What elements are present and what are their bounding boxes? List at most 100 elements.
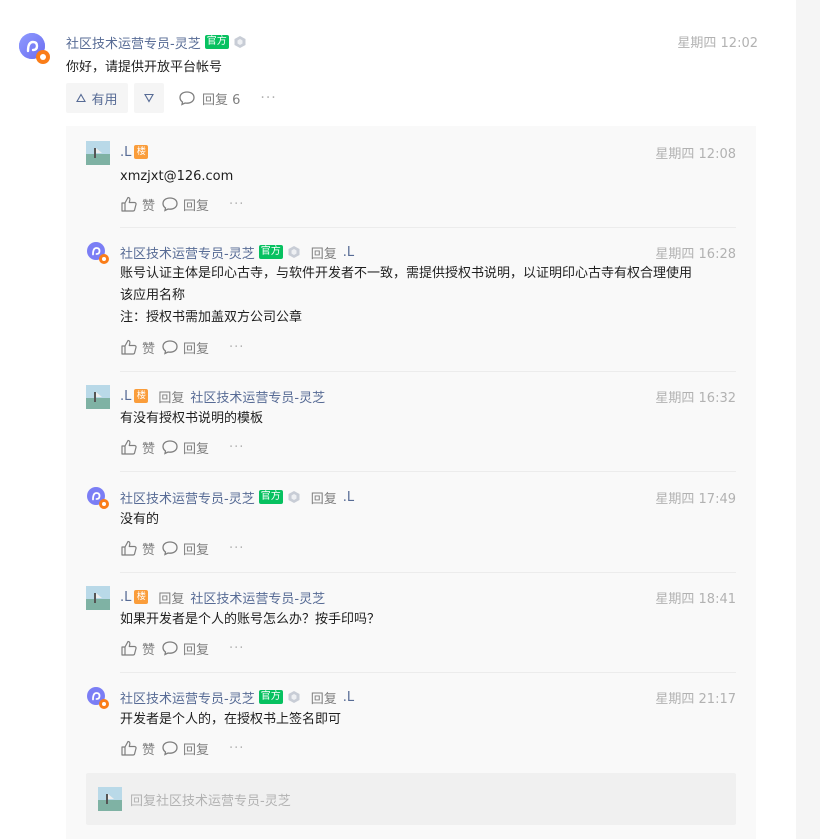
reply-target-name[interactable]: .L xyxy=(343,245,354,260)
reply-text: 账号认证主体是印心古寺，与软件开发者不一致，需提供授权书说明，以证明印心古寺有权… xyxy=(120,263,736,329)
official-avatar[interactable] xyxy=(86,241,110,265)
reply-word: 回复 xyxy=(310,491,337,507)
more-options-icon[interactable]: ··· xyxy=(229,197,244,212)
thumbs-up-icon xyxy=(121,196,137,212)
like-button[interactable]: 赞 xyxy=(120,438,155,457)
reply-count-label: 回复 6 xyxy=(202,92,241,108)
useful-label: 有用 xyxy=(91,92,118,108)
reply-text: 如果开发者是个人的账号怎么办？按手印吗？ xyxy=(120,609,736,631)
reply-button[interactable]: 回复 xyxy=(161,539,209,558)
comment-bubble-icon xyxy=(162,340,178,355)
reply-meta: .L 楼 回复 社区技术运营专员-灵芝 xyxy=(120,587,325,607)
triangle-down-icon xyxy=(144,93,154,103)
reply-item: .L 楼 回复 社区技术运营专员-灵芝 星期四 18:41 如果开发者是个人的账… xyxy=(86,586,736,676)
more-options-icon[interactable]: ··· xyxy=(229,541,244,556)
reply-word: 回复 xyxy=(158,591,185,607)
author-name[interactable]: 社区技术运营专员-灵芝 xyxy=(120,243,255,262)
official-badge: 官方 xyxy=(258,690,283,704)
divider xyxy=(120,471,736,472)
reply-text: 没有的 xyxy=(120,509,736,531)
author-name[interactable]: .L xyxy=(120,389,131,404)
reply-label: 回复 xyxy=(183,542,210,558)
like-button[interactable]: 赞 xyxy=(120,739,155,758)
reply-target-name[interactable]: .L xyxy=(343,490,354,505)
like-button[interactable]: 赞 xyxy=(120,195,155,214)
thread-owner-badge: 楼 xyxy=(134,145,149,159)
user-avatar[interactable] xyxy=(86,586,110,610)
official-avatar[interactable] xyxy=(18,32,52,66)
user-avatar[interactable] xyxy=(86,385,110,409)
comment-bubble-icon xyxy=(179,91,195,106)
more-options-icon[interactable]: ··· xyxy=(260,90,276,106)
reply-target-name[interactable]: 社区技术运营专员-灵芝 xyxy=(190,387,325,406)
reply-line: xmzjxt@126.com xyxy=(120,169,234,184)
more-options-icon[interactable]: ··· xyxy=(229,340,244,355)
comment-bubble-icon xyxy=(162,541,178,556)
official-avatar[interactable] xyxy=(86,686,110,710)
more-options-icon[interactable]: ··· xyxy=(229,741,244,756)
author-name[interactable]: 社区技术运营专员-灵芝 xyxy=(120,688,255,707)
reply-line: 开发者是个人的，在授权书上签名即可 xyxy=(120,712,342,727)
author-name[interactable]: 社区技术运营专员-灵芝 xyxy=(120,488,255,507)
thread-owner-badge: 楼 xyxy=(134,590,149,604)
official-badge: 官方 xyxy=(204,35,229,49)
reply-meta: 社区技术运营专员-灵芝 官方 回复 .L xyxy=(120,242,354,262)
author-name[interactable]: .L xyxy=(120,145,131,160)
reply-button[interactable]: 回复 xyxy=(161,639,209,658)
right-scroll-rail xyxy=(796,0,820,839)
more-options-icon[interactable]: ··· xyxy=(229,440,244,455)
reply-word: 回复 xyxy=(310,246,337,262)
reply-label: 回复 xyxy=(183,742,210,758)
thumbs-up-icon xyxy=(121,439,137,455)
comment-bubble-icon xyxy=(162,197,178,212)
reply-button[interactable]: 回复 xyxy=(161,739,209,758)
reply-actions: 赞 回复 ··· xyxy=(120,437,244,457)
author-name[interactable]: .L xyxy=(120,590,131,605)
reply-meta: 社区技术运营专员-灵芝 官方 回复 .L xyxy=(120,687,354,707)
reply-label: 回复 xyxy=(183,341,210,357)
reply-line: 没有的 xyxy=(120,512,160,527)
more-options-icon[interactable]: ··· xyxy=(229,641,244,656)
user-avatar[interactable] xyxy=(86,141,110,165)
reply-item: 社区技术运营专员-灵芝 官方 回复 .L 星期四 21:17 开发者是个人的，在… xyxy=(86,686,736,766)
reply-meta: .L 楼 回复 社区技术运营专员-灵芝 xyxy=(120,386,325,406)
reply-button[interactable]: 回复 xyxy=(161,338,209,357)
divider xyxy=(120,572,736,573)
like-button[interactable]: 赞 xyxy=(120,639,155,658)
level-badge-icon xyxy=(288,691,300,703)
level-badge-icon xyxy=(288,246,300,258)
reply-actions: 赞 回复 ··· xyxy=(120,638,244,658)
reply-actions: 赞 回复 ··· xyxy=(120,337,244,357)
thumbs-up-icon xyxy=(121,740,137,756)
comment-time: 星期四 12:02 xyxy=(677,36,758,51)
triangle-up-icon xyxy=(76,93,87,103)
like-label: 赞 xyxy=(142,441,156,457)
reply-target-name[interactable]: 社区技术运营专员-灵芝 xyxy=(190,588,325,607)
comment-bubble-icon xyxy=(162,741,178,756)
useful-button[interactable]: 有用 xyxy=(66,83,128,113)
reply-word: 回复 xyxy=(158,390,185,406)
reply-actions: 赞 回复 ··· xyxy=(120,538,244,558)
reply-button[interactable]: 回复 xyxy=(161,195,209,214)
thumbs-up-icon xyxy=(121,540,137,556)
reply-line: 该应用名称 xyxy=(120,288,186,303)
reply-actions: 赞 回复 ··· xyxy=(120,738,244,758)
reply-button[interactable]: 回复 xyxy=(161,438,209,457)
thread-owner-badge: 楼 xyxy=(134,389,149,403)
not-useful-button[interactable] xyxy=(134,83,164,113)
comment-bubble-icon xyxy=(162,641,178,656)
like-button[interactable]: 赞 xyxy=(120,539,155,558)
reply-target-name[interactable]: .L xyxy=(343,690,354,705)
reply-meta: .L 楼 xyxy=(120,142,149,162)
like-label: 赞 xyxy=(142,742,156,758)
reply-input[interactable]: 回复社区技术运营专员-灵芝 xyxy=(86,773,736,825)
author-name[interactable]: 社区技术运营专员-灵芝 xyxy=(66,33,201,52)
like-button[interactable]: 赞 xyxy=(120,338,155,357)
official-avatar[interactable] xyxy=(86,486,110,510)
reply-count-button[interactable]: 回复 6 xyxy=(178,89,240,108)
official-badge: 官方 xyxy=(258,245,283,259)
reply-text: 有没有授权书说明的模板 xyxy=(120,408,736,430)
reply-input-placeholder: 回复社区技术运营专员-灵芝 xyxy=(130,793,291,809)
reply-meta: 社区技术运营专员-灵芝 官方 回复 .L xyxy=(120,487,354,507)
replies-panel: .L 楼 星期四 12:08 xmzjxt@126.com 赞 回复 ··· 社… xyxy=(66,126,756,839)
